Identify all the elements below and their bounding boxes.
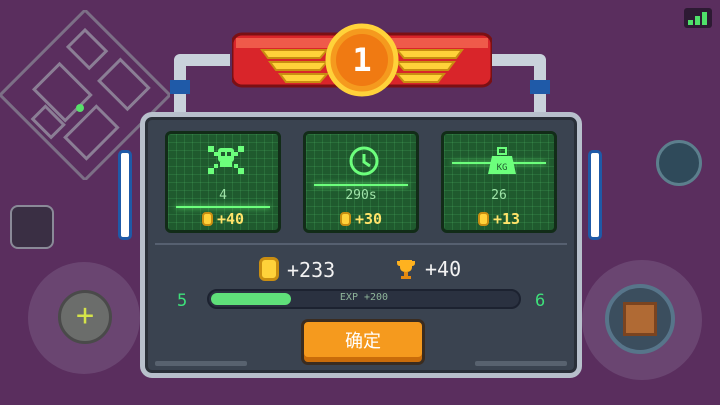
frame-pillar-right [588,150,602,240]
weight-icon: KG [488,147,516,174]
coin-icon [477,212,489,226]
reward-totals: +233 +40 [145,255,577,285]
kills-value: 4 [219,188,227,203]
coin-icon [339,212,351,226]
stat-card-weight: KG 26 +13 [441,131,557,233]
frame-pillar-left [118,150,132,240]
weight-bonus: +13 [444,210,554,228]
weight-bonus-text: +13 [492,210,521,228]
stat-card-time: 290s +30 [303,131,419,233]
rank-banner: 1 [232,23,492,97]
panel-footer-left [155,361,247,366]
exp-progress-bar: EXP +200 [207,289,521,309]
trophy-icon [397,260,415,279]
weapon-switch-button[interactable] [10,205,54,249]
panel-footer-right [475,361,567,366]
glow-line [176,206,270,208]
attack-button[interactable] [605,284,675,354]
time-bonus: +30 [306,210,416,228]
coin-total-text: +233 [287,258,336,282]
trophy-total: +40 [395,257,461,281]
trophy-total-text: +40 [425,257,462,281]
kills-bonus-text: +40 [216,210,245,228]
glow-line [314,184,408,186]
rank-number: 1 [352,41,371,79]
coin-icon [201,212,213,226]
results-panel: 4 +40 290s +30 KG 26 +13 +233 +40 5 EXP … [140,112,582,378]
clock-icon [349,146,379,176]
time-bonus-text: +30 [354,210,383,228]
confirm-button[interactable]: 确定 [301,319,425,365]
current-level: 5 [177,291,188,311]
weight-icon-label: KG [497,163,508,173]
joystick-knob[interactable]: + [58,290,112,344]
skull-icon [208,146,244,174]
signal-strength-icon [684,8,712,28]
stat-card-kills: 4 +40 [165,131,281,233]
exp-gain-text: EXP +200 [339,292,389,303]
player-marker [76,104,84,112]
coin-total: +233 [259,257,335,282]
weight-value: 26 [491,188,507,203]
next-level: 6 [535,291,546,311]
weapon-icon [623,302,657,336]
time-value: 290s [345,188,377,203]
panel-divider [155,243,567,245]
coin-icon [259,257,279,281]
skill-button[interactable] [656,140,702,186]
kills-bonus: +40 [168,210,278,228]
